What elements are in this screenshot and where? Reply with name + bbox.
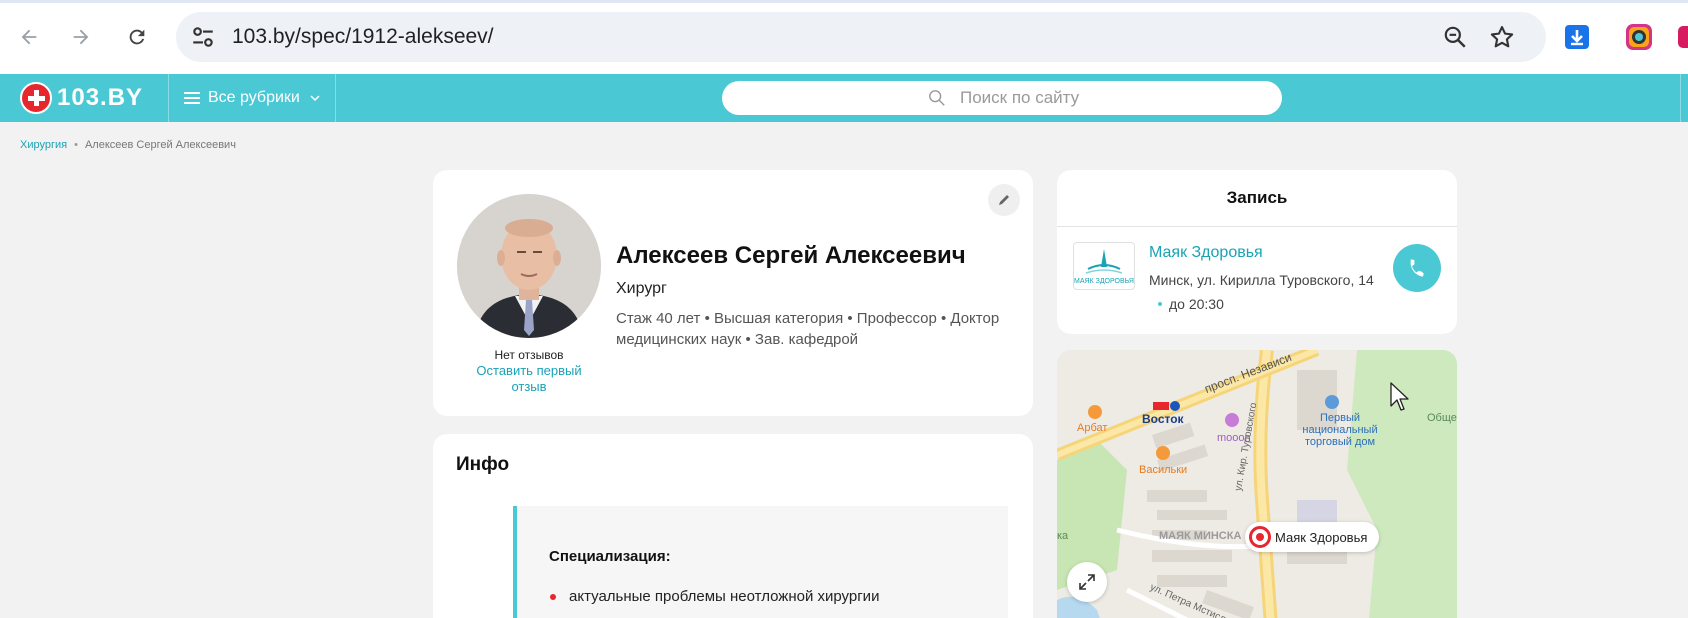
bookmark-star-icon[interactable] (1488, 23, 1516, 51)
site-logo[interactable]: 103.BY (20, 82, 143, 114)
no-reviews-text: Нет отзывов (494, 348, 564, 362)
clinic-address: Минск, ул. Кирилла Туровского, 14 (1149, 272, 1374, 288)
edit-button[interactable] (988, 184, 1020, 216)
clinic-name-link[interactable]: Маяк Здоровья (1149, 244, 1263, 262)
metro-line-label: 1 (1172, 402, 1175, 408)
divider (1057, 226, 1457, 227)
map-poi-label: Васильки (1139, 464, 1188, 476)
info-title: Инфо (456, 454, 510, 475)
map-marker-label: Маяк Здоровья (1275, 529, 1368, 545)
breadcrumb-link-surgery[interactable]: Хирургия (20, 139, 67, 151)
doctor-profile-card: Нет отзывов Оставить первый отзыв Алексе… (433, 170, 1033, 416)
map-marker-clinic[interactable]: Маяк Здоровья (1245, 522, 1380, 552)
specialization-box: Специализация: актуальные проблемы неотл… (513, 506, 1008, 618)
zoom-out-icon[interactable] (1442, 24, 1468, 50)
header-divider (168, 74, 169, 122)
rubrics-label: Все рубрики (208, 89, 300, 106)
map-expand-button[interactable] (1067, 562, 1107, 602)
map-area-label: Обще (1427, 412, 1457, 424)
pencil-icon (999, 195, 1009, 205)
map-pin-icon (1249, 526, 1271, 548)
header-divider (1680, 74, 1681, 122)
list-item: актуальные проблемы неотложной хирургии (549, 588, 880, 605)
specialization-label: Специализация: (549, 548, 671, 565)
map-area-label: ка (1057, 530, 1069, 542)
site-header: 103.BY Все рубрики (0, 74, 1688, 122)
metro-station-label: Восток (1142, 412, 1184, 426)
red-cross-icon (20, 82, 52, 114)
doctor-name: Алексеев Сергей Алексеевич (616, 242, 966, 269)
clinic-logo-text: МАЯК ЗДОРОВЬЯ (1074, 278, 1134, 285)
url-text[interactable]: 103.by/spec/1912-alekseev/ (232, 25, 494, 49)
site-search[interactable] (722, 81, 1282, 115)
search-input[interactable] (960, 85, 1260, 111)
booking-title: Запись (1226, 188, 1288, 207)
leave-first-review-link[interactable]: Оставить первый отзыв (473, 363, 585, 395)
download-icon[interactable] (1562, 22, 1592, 52)
doctor-meta: Стаж 40 лет • Высшая категория • Професс… (616, 310, 1000, 348)
reload-icon[interactable] (122, 22, 152, 52)
tab-strip-edge (0, 0, 1688, 3)
back-icon[interactable] (14, 22, 44, 52)
clinic-hours: до 20:30 (1158, 296, 1224, 312)
call-button[interactable] (1393, 244, 1441, 292)
map-district-label: МАЯК МИНСКА (1159, 530, 1242, 542)
doctor-photo (457, 194, 601, 338)
forward-icon[interactable] (66, 22, 96, 52)
doctor-specialty: Хирург (616, 280, 667, 297)
search-icon (929, 90, 945, 106)
map-poi-label: Арбат (1077, 422, 1108, 434)
chevron-down-icon (310, 95, 320, 102)
mouse-cursor-icon (1390, 382, 1409, 411)
expand-icon (1079, 574, 1095, 590)
browser-toolbar: 103.by/spec/1912-alekseev/ (0, 0, 1688, 74)
clinic-logo[interactable]: МАЯК ЗДОРОВЬЯ (1073, 242, 1135, 290)
site-settings-icon[interactable] (190, 24, 216, 50)
breadcrumb-current: Алексеев Сергей Алексеевич (84, 139, 236, 151)
address-bar[interactable]: 103.by/spec/1912-alekseev/ (176, 12, 1546, 62)
breadcrumb: Хирургия • Алексеев Сергей Алексеевич (20, 139, 236, 151)
map-poi-label: Первый национальный торговый дом (1302, 412, 1378, 448)
breadcrumb-separator: • (74, 139, 78, 151)
header-divider (335, 74, 336, 122)
logo-text: 103.BY (57, 84, 144, 111)
extension-edge-icon[interactable] (1676, 22, 1688, 52)
info-card: Инфо Специализация: актуальные проблемы … (433, 434, 1033, 618)
all-rubrics-button[interactable]: Все рубрики (184, 74, 320, 122)
phone-icon (1410, 259, 1424, 277)
extension-icon[interactable] (1624, 22, 1654, 52)
booking-card: Запись МАЯК ЗДОРОВЬЯ Маяк Здоровья Минск… (1057, 170, 1457, 334)
menu-icon (184, 92, 200, 104)
